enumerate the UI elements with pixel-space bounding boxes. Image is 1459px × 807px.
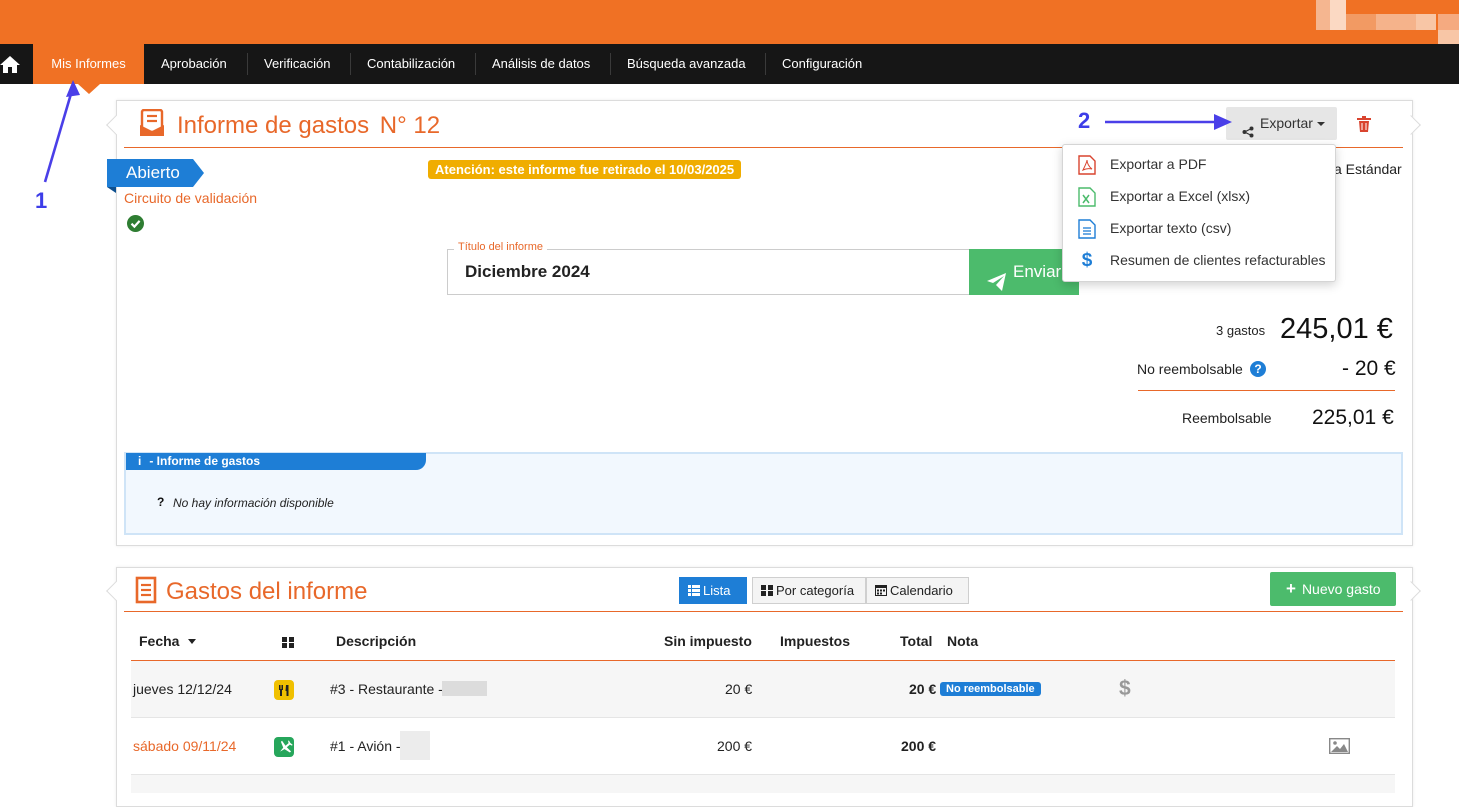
annotation-step-1: 1 — [35, 188, 48, 213]
annotation-arrowhead-2 — [1214, 114, 1232, 130]
annotation-arrows — [43, 80, 1232, 183]
annotation-arrow-1 — [43, 86, 75, 183]
annotation-step-2: 2 — [1078, 108, 1091, 133]
annotation-arrowhead-1 — [66, 80, 80, 97]
